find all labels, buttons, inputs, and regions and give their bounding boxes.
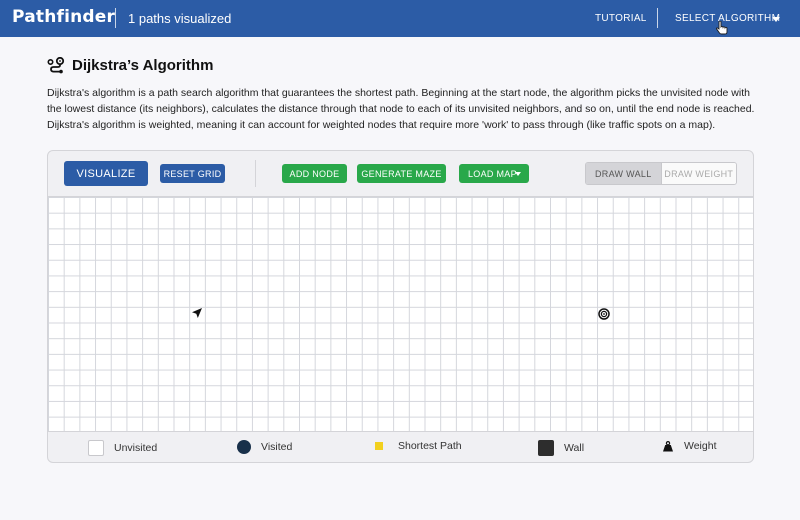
toolbar: VISUALIZE RESET GRID ADD NODE GENERATE M… — [48, 151, 753, 196]
legend-item-wall: Wall — [538, 440, 584, 456]
legend-item-unvisited: Unvisited — [88, 440, 157, 456]
legend: Unvisited Visited Shortest Path Wall Wei… — [48, 432, 753, 462]
legend-item-weight: Weight — [662, 440, 717, 452]
visualizer-panel: VISUALIZE RESET GRID ADD NODE GENERATE M… — [47, 150, 754, 463]
unvisited-swatch — [88, 440, 104, 456]
tutorial-link[interactable]: TUTORIAL — [595, 13, 647, 24]
load-map-dropdown[interactable]: LOAD MAP — [459, 164, 529, 183]
algorithm-title: Dijkstra’s Algorithm — [72, 57, 214, 74]
weight-icon — [663, 440, 673, 451]
route-icon — [47, 57, 65, 74]
algorithm-description: Dijkstra's algorithm is a path search al… — [47, 87, 755, 131]
navbar-divider — [657, 8, 658, 28]
legend-item-shortest-path: Shortest Path — [375, 440, 462, 452]
visited-swatch — [237, 440, 251, 454]
draw-weight-toggle[interactable]: DRAW WEIGHT — [660, 163, 736, 184]
target-icon[interactable] — [598, 308, 610, 320]
shortest-path-swatch — [375, 442, 383, 450]
draw-wall-toggle[interactable]: DRAW WALL — [586, 163, 661, 184]
legend-label: Weight — [684, 440, 717, 452]
navbar-divider — [115, 8, 116, 28]
visualize-button[interactable]: VISUALIZE — [64, 161, 148, 186]
navigation-arrow-icon[interactable] — [191, 307, 203, 319]
navbar: Pathfinder 1 paths visualized TUTORIAL S… — [0, 0, 800, 37]
reset-grid-button[interactable]: RESET GRID — [160, 164, 225, 183]
legend-label: Shortest Path — [398, 440, 462, 452]
grid-board[interactable] — [48, 196, 753, 432]
chevron-down-icon — [772, 17, 780, 22]
paths-visualized-count: 1 paths visualized — [128, 11, 232, 26]
generate-maze-button[interactable]: GENERATE MAZE — [357, 164, 446, 183]
pointer-cursor-icon — [716, 21, 728, 35]
legend-label: Visited — [261, 441, 293, 453]
legend-item-visited: Visited — [237, 440, 292, 454]
wall-swatch — [538, 440, 554, 456]
load-map-label: LOAD MAP — [468, 168, 517, 179]
add-node-button[interactable]: ADD NODE — [282, 164, 347, 183]
legend-label: Unvisited — [114, 442, 158, 454]
draw-mode-toggle: DRAW WALL DRAW WEIGHT — [585, 162, 737, 185]
legend-label: Wall — [564, 442, 585, 454]
brand-logo[interactable]: Pathfinder — [12, 7, 115, 27]
toolbar-divider — [255, 160, 256, 187]
chevron-down-icon — [515, 172, 521, 176]
